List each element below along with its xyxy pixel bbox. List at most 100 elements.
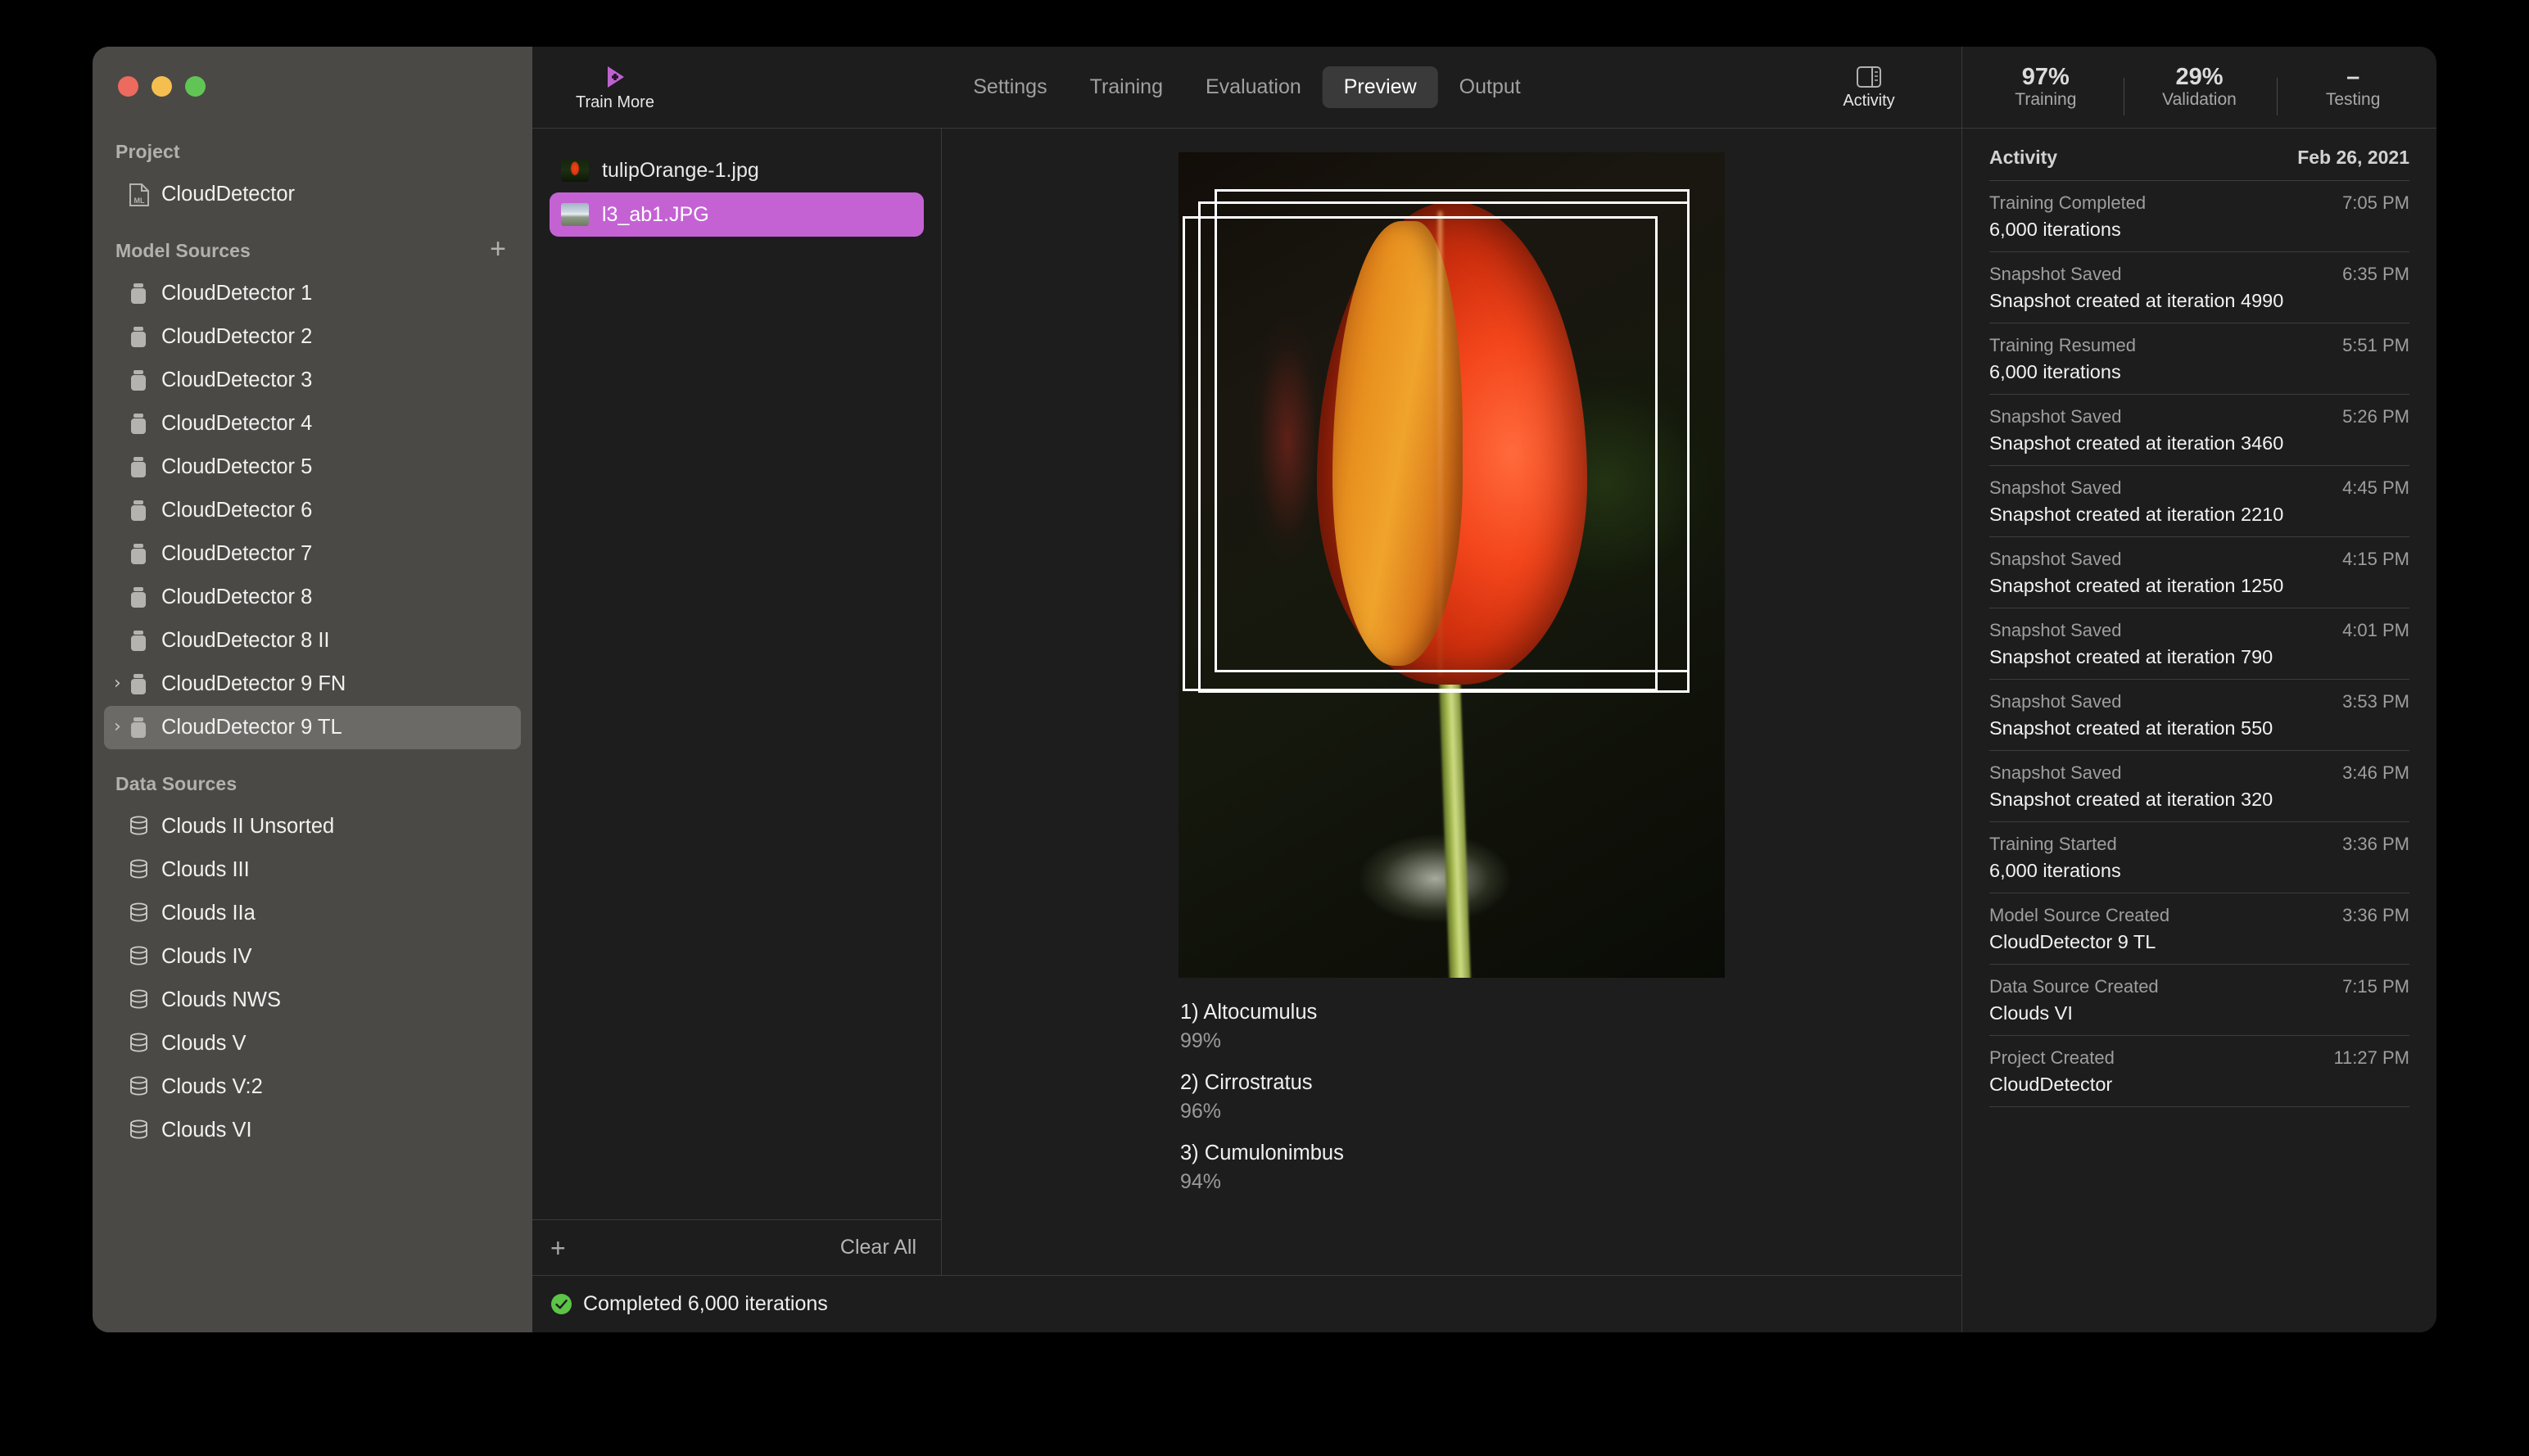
database-icon [129,1076,158,1099]
sidebar-item-clouds-iii[interactable]: Clouds III [104,848,521,892]
activity-entry-detail: Snapshot created at iteration 550 [1989,717,2273,739]
activity-entry-time: 3:36 PM [2342,834,2409,854]
chevron-right-icon[interactable]: › [114,717,130,736]
sidebar-item-clouddetector-9-fn[interactable]: › CloudDetector 9 FN [104,662,521,706]
sidebar-item-clouds-iia[interactable]: Clouds IIa [104,892,521,935]
prediction-label: 1) Altocumulus [1180,1001,1725,1024]
close-button[interactable] [118,76,138,97]
model-icon [129,325,158,350]
sidebar-item-clouddetector-5[interactable]: CloudDetector 5 [104,445,521,489]
activity-entry: Training Resumed 5:51 PM 6,000 iterations [1989,323,2409,394]
sidebar-item-clouds-vi[interactable]: Clouds VI [104,1109,521,1152]
sidebar-item-clouddetector-8-ii[interactable]: CloudDetector 8 II [104,619,521,662]
sidebar-item-label: Clouds III [161,858,250,881]
app-window: Project ML CloudDetector Model Sources + Clou… [93,47,2436,1332]
tab-output[interactable]: Output [1438,66,1542,108]
activity-entry-title: Snapshot Saved [1989,406,2122,427]
file-list-item[interactable]: l3_ab1.JPG [550,192,924,237]
sidebar-item-label: Clouds V [161,1032,247,1055]
sidebar-item-clouddetector-9-tl[interactable]: › CloudDetector 9 TL [104,706,521,749]
sidebar-item-clouds-v-2[interactable]: Clouds V:2 [104,1065,521,1109]
file-pane-footer: + Clear All [532,1219,941,1275]
sidebar-item-clouddetector[interactable]: ML CloudDetector [104,173,521,216]
zoom-button[interactable] [185,76,206,97]
sidebar-item-clouddetector-7[interactable]: CloudDetector 7 [104,532,521,576]
database-icon [129,1119,158,1142]
sidebar-section-header: Model Sources + [93,234,532,267]
sidebar-item-label: Clouds IV [161,945,252,968]
sidebar-item-clouddetector-3[interactable]: CloudDetector 3 [104,359,521,402]
metric-value: 29% [2175,63,2224,90]
model-icon [129,369,158,393]
tab-bar: Settings Training Evaluation Preview Output [952,66,1541,108]
sidebar-item-label: CloudDetector 9 FN [161,672,346,695]
sidebar-item-clouddetector-1[interactable]: CloudDetector 1 [104,272,521,315]
tab-preview[interactable]: Preview [1322,66,1438,108]
tab-settings[interactable]: Settings [952,66,1068,108]
prediction-list: 1) Altocumulus 99% 2) Cirrostratus 96% 3) Cu… [1179,1001,1725,1212]
activity-entry: Data Source Created 7:15 PM Clouds VI [1989,964,2409,1035]
minimize-button[interactable] [152,76,172,97]
clear-all-button[interactable]: Clear All [840,1236,916,1259]
file-thumbnail [561,203,589,226]
file-list-item[interactable]: tulipOrange-1.jpg [550,148,924,192]
sidebar-item-label: CloudDetector 3 [161,369,313,391]
activity-entry-time: 3:53 PM [2342,691,2409,712]
bounding-box [1183,216,1658,691]
sidebar-item-clouds-iv[interactable]: Clouds IV [104,935,521,979]
sidebar-item-clouddetector-4[interactable]: CloudDetector 4 [104,402,521,445]
file-name: tulipOrange-1.jpg [602,158,759,182]
train-more-label: Train More [576,93,654,111]
sidebar-item-label: Clouds IIa [161,902,256,925]
sidebar-list: Clouds II Unsorted Clouds III Clouds IIa Cl… [93,805,532,1152]
activity-toggle-button[interactable]: Activity [1816,65,1922,111]
activity-entry: Snapshot Saved 6:35 PM Snapshot created at… [1989,251,2409,323]
add-file-button[interactable]: + [550,1235,566,1261]
train-more-button[interactable]: Train More [562,63,668,112]
activity-entry-time: 4:01 PM [2342,620,2409,640]
activity-entry: Model Source Created 3:36 PM CloudDetector… [1989,893,2409,964]
play-plus-icon [601,63,629,91]
preview-image-container[interactable] [1179,152,1725,978]
activity-entry-detail: 6,000 iterations [1989,219,2121,240]
prediction-rank: 1) [1180,1001,1199,1024]
sidebar-item-clouds-ii-unsorted[interactable]: Clouds II Unsorted [104,805,521,848]
toolbar: Train More Settings Training Evaluation Pre… [532,47,1961,129]
metric-label: Training [2015,90,2077,110]
activity-entry-title: Model Source Created [1989,905,2170,925]
activity-entry: Snapshot Saved 5:26 PM Snapshot created at… [1989,394,2409,465]
file-pane: tulipOrange-1.jpg l3_ab1.JPG + Clear All [532,129,942,1275]
prediction-item: 2) Cirrostratus 96% [1180,1071,1725,1124]
metric-value: – [2346,63,2360,90]
sidebar-item-clouddetector-8[interactable]: CloudDetector 8 [104,576,521,619]
activity-entry-time: 11:27 PM [2333,1047,2409,1068]
database-icon [129,859,158,882]
sidebar-list: ML CloudDetector [93,173,532,216]
activity-entry-time: 6:35 PM [2342,264,2409,284]
prediction-name: Cirrostratus [1204,1071,1313,1094]
model-icon [129,412,158,436]
prediction-label: 2) Cirrostratus [1180,1071,1725,1095]
activity-panel: 97% Training 29% Validation – Testing Activit… [1961,47,2436,1332]
sidebar-item-clouddetector-6[interactable]: CloudDetector 6 [104,489,521,532]
chevron-right-icon[interactable]: › [114,674,130,693]
activity-list: Training Completed 7:05 PM 6,000 iteration… [1962,180,2436,1107]
sidebar-item-clouds-v[interactable]: Clouds V [104,1022,521,1065]
sidebar-item-clouds-nws[interactable]: Clouds NWS [104,979,521,1022]
activity-entry-detail: 6,000 iterations [1989,361,2121,382]
sidebar-item-label: Clouds II Unsorted [161,815,335,838]
model-icon [129,455,158,480]
sidebar-panel-icon [1856,65,1882,89]
tab-evaluation[interactable]: Evaluation [1184,66,1323,108]
sidebar-item-clouddetector-2[interactable]: CloudDetector 2 [104,315,521,359]
sidebar-item-label: CloudDetector 5 [161,455,313,478]
tab-training[interactable]: Training [1069,66,1184,108]
activity-entry-time: 4:45 PM [2342,477,2409,498]
add-model-source-button[interactable]: + [490,235,506,267]
activity-entry-time: 4:15 PM [2342,549,2409,569]
database-icon [129,902,158,925]
prediction-confidence: 96% [1180,1100,1222,1123]
metric-training: 97% Training [1970,64,2122,110]
model-icon [129,499,158,523]
activity-entry-title: Training Started [1989,834,2117,854]
